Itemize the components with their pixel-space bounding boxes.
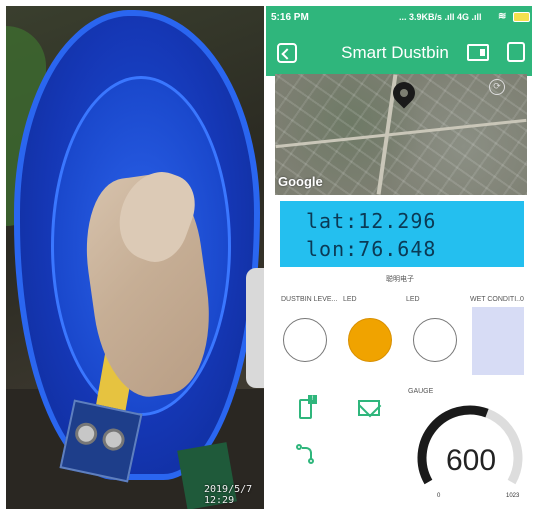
eventor-icon[interactable]	[294, 442, 318, 468]
network-speed: ... 3.9KB/s .ıll 4G .ıll	[399, 12, 482, 22]
map-road	[275, 118, 527, 149]
photo-timestamp: 2019/5/7 12:29	[204, 484, 253, 506]
lcd-widget: lat:12.296 lon:76.648	[280, 201, 524, 267]
lcd-line-1: lat:12.296	[306, 209, 437, 233]
side-device	[246, 268, 264, 388]
phone-screen: 5:16 PM ... 3.9KB/s .ıll 4G .ıll ≋ Smart…	[266, 6, 532, 509]
back-to-projects-icon[interactable]	[277, 43, 297, 63]
stop-icon[interactable]	[507, 42, 525, 62]
app-bar: Smart Dustbin	[266, 30, 532, 76]
lcd-line-2: lon:76.648	[306, 237, 437, 261]
gauge-min: 0	[437, 493, 441, 499]
battery-icon	[513, 12, 530, 22]
sensor-eye-right	[100, 426, 127, 453]
wet-condition-widget[interactable]	[472, 307, 524, 375]
dustbin-level-label: DUSTBIN LEVE...	[281, 296, 338, 303]
status-bar: 5:16 PM ... 3.9KB/s .ıll 4G .ıll ≋	[266, 6, 532, 30]
eventor-node	[308, 458, 314, 464]
wet-condition-value: 0	[520, 296, 524, 303]
phone-notification-icon[interactable]: !	[299, 395, 317, 419]
wifi-icon: ≋	[498, 11, 507, 22]
device-icon[interactable]	[467, 44, 489, 61]
notification-badge: !	[308, 395, 317, 404]
ultrasonic-sensor	[59, 399, 143, 483]
map-widget[interactable]: ⟳ Google	[275, 74, 527, 195]
map-attribution: Google	[278, 174, 323, 189]
gauge-value: 600	[445, 444, 497, 477]
led1-indicator[interactable]	[348, 318, 392, 362]
status-time: 5:16 PM	[271, 12, 309, 23]
gauge-max: 1023	[506, 493, 520, 499]
sensor-eye-left	[73, 420, 100, 447]
lcd-caption: 聪明电子	[386, 276, 414, 283]
wet-condition-label: WET CONDITI...	[470, 296, 520, 303]
gauge-label: GAUGE	[408, 388, 434, 395]
dustbin-photo: 2019/5/7 12:29	[6, 6, 264, 509]
dustbin-level-led[interactable]	[283, 318, 327, 362]
led2-indicator[interactable]	[413, 318, 457, 362]
led1-label: LED	[343, 296, 357, 303]
mail-icon[interactable]	[358, 400, 380, 416]
project-title: Smart Dustbin	[341, 43, 449, 62]
led2-label: LED	[406, 296, 420, 303]
compass-icon[interactable]: ⟳	[489, 79, 505, 95]
